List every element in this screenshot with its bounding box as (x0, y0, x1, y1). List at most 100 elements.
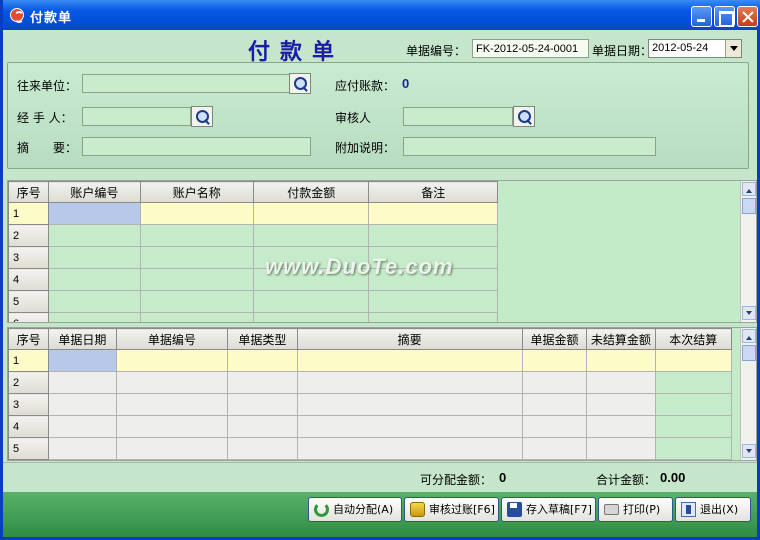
print-button[interactable]: 打印(P) (598, 497, 673, 522)
table-row[interactable]: 2 (8, 224, 498, 247)
table-cell[interactable] (48, 268, 141, 291)
table-cell[interactable] (227, 415, 298, 438)
table-cell[interactable] (252, 202, 370, 225)
table-cell[interactable] (521, 393, 588, 416)
document-grid[interactable]: 序号 单据日期 单据编号 单据类型 摘要 单据金额 未结算金额 本次结算 1 2… (7, 327, 757, 461)
table-row[interactable]: 1 (8, 349, 733, 372)
doc-date-select[interactable]: 2012-05-24 (648, 39, 742, 58)
table-cell[interactable] (586, 349, 656, 372)
table-cell[interactable] (296, 393, 523, 416)
table-cell[interactable] (115, 437, 229, 460)
table-row[interactable]: 1 (8, 202, 498, 225)
audit-post-button[interactable]: 审核过账[F6] (404, 497, 499, 522)
column-header[interactable]: 本次结算 (654, 328, 733, 350)
table-cell[interactable] (586, 371, 656, 394)
table-cell[interactable] (654, 349, 733, 372)
table-cell[interactable] (115, 393, 229, 416)
table-cell[interactable] (227, 349, 298, 372)
table-cell[interactable] (368, 224, 498, 247)
table-cell[interactable] (48, 349, 117, 372)
table-row[interactable]: 5 (8, 437, 733, 460)
table-cell[interactable] (252, 290, 370, 313)
column-header[interactable]: 单据日期 (48, 328, 117, 350)
table-cell[interactable] (227, 437, 298, 460)
table-cell[interactable] (586, 393, 656, 416)
column-header[interactable]: 序号 (8, 328, 50, 350)
reviewer-search-icon[interactable] (513, 106, 535, 127)
table-cell[interactable] (227, 393, 298, 416)
column-header[interactable]: 账户编号 (48, 181, 141, 203)
table-cell[interactable] (654, 415, 733, 438)
table-cell[interactable] (48, 202, 141, 225)
scroll-thumb[interactable] (742, 198, 756, 214)
column-header[interactable]: 单据编号 (115, 328, 229, 350)
column-header[interactable]: 单据类型 (227, 328, 298, 350)
table-cell[interactable] (368, 202, 498, 225)
table-cell[interactable] (48, 246, 141, 269)
column-header[interactable]: 账户名称 (139, 181, 254, 203)
table-cell[interactable] (139, 290, 254, 313)
close-button[interactable] (737, 6, 758, 27)
table-row[interactable]: 4 (8, 415, 733, 438)
extra-note-input[interactable] (403, 137, 656, 156)
handler-input[interactable] (82, 107, 191, 126)
partner-input[interactable] (82, 74, 290, 93)
table-cell[interactable] (296, 371, 523, 394)
table-cell[interactable] (48, 371, 117, 394)
minimize-button[interactable] (691, 6, 712, 27)
scroll-down-icon[interactable] (742, 306, 756, 320)
table-cell[interactable] (48, 437, 117, 460)
chevron-down-icon[interactable] (725, 40, 741, 57)
table-cell[interactable] (521, 349, 588, 372)
table-cell[interactable] (586, 437, 656, 460)
doc-no-field[interactable]: FK-2012-05-24-0001 (472, 39, 589, 58)
column-header[interactable]: 付款金额 (252, 181, 370, 203)
table-cell[interactable] (586, 415, 656, 438)
table-cell[interactable] (115, 415, 229, 438)
exit-button[interactable]: 退出(X) (675, 497, 751, 522)
auto-allocate-button[interactable]: 自动分配(A) (308, 497, 402, 522)
table-cell[interactable] (139, 224, 254, 247)
table-cell[interactable] (654, 393, 733, 416)
handler-search-icon[interactable] (191, 106, 213, 127)
column-header[interactable]: 备注 (368, 181, 498, 203)
save-draft-button[interactable]: 存入草稿[F7] (501, 497, 596, 522)
account-grid[interactable]: 序号 账户编号 账户名称 付款金额 备注 1 2 3 4 5 6 (7, 180, 757, 323)
table-cell[interactable] (115, 349, 229, 372)
maximize-button[interactable] (714, 6, 735, 27)
table-cell[interactable] (296, 415, 523, 438)
column-header[interactable]: 单据金额 (521, 328, 588, 350)
column-header[interactable]: 未结算金额 (586, 328, 656, 350)
table-cell[interactable] (521, 371, 588, 394)
table-cell[interactable] (654, 371, 733, 394)
table-row[interactable]: 6 (8, 312, 498, 322)
table-cell[interactable] (252, 224, 370, 247)
table-cell[interactable] (139, 312, 254, 322)
title-bar[interactable]: 付款单 (3, 0, 760, 30)
table-cell[interactable] (296, 349, 523, 372)
reviewer-input[interactable] (403, 107, 513, 126)
scroll-up-icon[interactable] (742, 182, 756, 196)
table-cell[interactable] (48, 312, 141, 322)
column-header[interactable]: 序号 (8, 181, 50, 203)
table-cell[interactable] (368, 290, 498, 313)
scroll-down-icon[interactable] (742, 444, 756, 458)
table-cell[interactable] (48, 415, 117, 438)
scroll-up-icon[interactable] (742, 329, 756, 343)
table-cell[interactable] (252, 312, 370, 322)
document-grid-scrollbar[interactable] (740, 328, 756, 460)
table-cell[interactable] (115, 371, 229, 394)
table-cell[interactable] (48, 393, 117, 416)
table-cell[interactable] (368, 312, 498, 322)
table-row[interactable]: 5 (8, 290, 498, 313)
partner-search-icon[interactable] (289, 73, 311, 94)
table-row[interactable]: 2 (8, 371, 733, 394)
table-cell[interactable] (139, 246, 254, 269)
table-cell[interactable] (654, 437, 733, 460)
table-cell[interactable] (227, 371, 298, 394)
summary-input[interactable] (82, 137, 311, 156)
table-cell[interactable] (48, 224, 141, 247)
account-grid-scrollbar[interactable] (740, 181, 756, 322)
scroll-thumb[interactable] (742, 345, 756, 361)
table-cell[interactable] (521, 437, 588, 460)
